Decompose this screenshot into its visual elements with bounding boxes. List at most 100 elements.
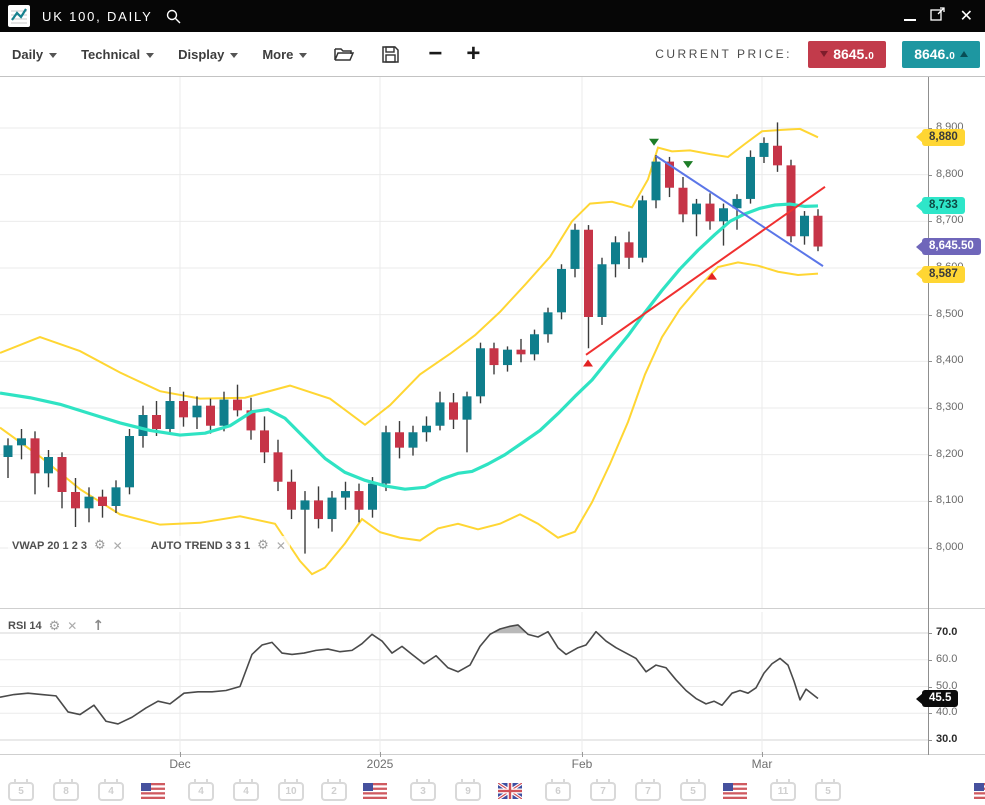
calendar-event-icon[interactable]: 4 — [233, 782, 259, 801]
title-bar: UK 100, DAILY ✕ — [0, 0, 985, 32]
price-axis-label: 8,000 — [936, 541, 964, 553]
bull-candle — [611, 242, 620, 264]
calendar-event-icon[interactable]: 7 — [590, 782, 616, 801]
axis-tick-mark — [928, 548, 932, 549]
display-menu-label: Display — [178, 47, 224, 62]
price-axis-label: 8,700 — [936, 214, 964, 226]
axis-tick-mark — [928, 501, 932, 502]
rsi-remove-icon[interactable]: ✕ — [67, 619, 77, 633]
rsi-value-tag: 45.5 — [922, 690, 958, 707]
bear-candle — [395, 432, 404, 447]
date-axis-label: 2025 — [367, 757, 394, 771]
calendar-event-icon[interactable]: 5 — [8, 782, 34, 801]
bear-candle — [490, 348, 499, 365]
bear-candle — [787, 165, 796, 236]
timeframe-menu-label: Daily — [12, 47, 43, 62]
bull-candle — [368, 484, 377, 510]
calendar-event-icon[interactable]: 10 — [278, 782, 304, 801]
vwap-remove-icon[interactable]: ✕ — [113, 539, 123, 553]
bear-candle — [773, 146, 782, 166]
calendar-event-icon[interactable]: 8 — [53, 782, 79, 801]
bear-candle — [206, 406, 215, 426]
bear-candle — [274, 452, 283, 481]
calendar-event-icon[interactable]: 9 — [455, 782, 481, 801]
us-flag-event-icon[interactable] — [723, 783, 747, 804]
calendar-event-icon[interactable]: 4 — [98, 782, 124, 801]
sell-price-button[interactable]: 8645.0 — [808, 41, 886, 68]
us-flag-event-icon[interactable] — [974, 783, 985, 804]
buy-price-button[interactable]: 8646.0 — [902, 41, 980, 68]
bear-candle — [814, 216, 823, 247]
bull-candle — [503, 350, 512, 365]
price-tag: 8,645.50 — [922, 238, 981, 255]
axis-tick-mark — [928, 408, 932, 409]
bull-candle — [328, 498, 337, 519]
axis-tick-mark — [928, 713, 932, 714]
zoom-in-button[interactable]: + — [466, 44, 480, 64]
axis-tick-mark — [928, 315, 932, 316]
bull-candle — [598, 264, 607, 317]
technical-menu[interactable]: Technical — [81, 47, 154, 62]
bull-candle — [166, 401, 175, 429]
bull-candle — [544, 312, 553, 334]
bear-candle — [355, 491, 364, 510]
calendar-event-icon[interactable]: 4 — [188, 782, 214, 801]
more-menu[interactable]: More — [262, 47, 307, 62]
bull-candle — [422, 426, 431, 433]
rsi-chart-canvas[interactable] — [0, 612, 928, 755]
price-axis-label: 8,200 — [936, 448, 964, 460]
axis-tick-mark — [928, 455, 932, 456]
calendar-event-icon[interactable]: 11 — [770, 782, 796, 801]
calendar-event-icon[interactable]: 5 — [680, 782, 706, 801]
more-menu-label: More — [262, 47, 293, 62]
vwap-settings-gear-icon[interactable]: ⚙ — [94, 538, 106, 553]
uk-flag-event-icon[interactable] — [498, 783, 522, 804]
timeframe-menu[interactable]: Daily — [12, 47, 57, 62]
bull-candle — [17, 438, 26, 445]
rsi-settings-gear-icon[interactable]: ⚙ — [49, 619, 61, 634]
bull-candle — [463, 396, 472, 419]
display-menu[interactable]: Display — [178, 47, 238, 62]
price-up-arrow-icon — [960, 51, 968, 57]
bull-candle — [301, 500, 310, 509]
sell-signal-marker — [649, 139, 659, 146]
price-axis-label: 8,800 — [936, 168, 964, 180]
price-axis-label: 8,100 — [936, 494, 964, 506]
price-tag: 8,587 — [922, 266, 965, 283]
open-folder-icon[interactable] — [333, 45, 355, 63]
us-flag-event-icon[interactable] — [363, 783, 387, 804]
date-axis-label: Feb — [572, 757, 593, 771]
bull-candle — [44, 457, 53, 473]
popout-button[interactable] — [930, 6, 946, 27]
calendar-event-icon[interactable]: 6 — [545, 782, 571, 801]
price-chart-canvas[interactable] — [0, 77, 928, 608]
calendar-event-icon[interactable]: 2 — [321, 782, 347, 801]
chart-toolbar: Daily Technical Display More − + CURRENT… — [0, 32, 985, 77]
minimize-button[interactable] — [904, 19, 916, 21]
bull-candle — [746, 157, 755, 199]
bear-candle — [58, 457, 67, 492]
search-icon[interactable] — [165, 8, 182, 25]
zoom-out-button[interactable]: − — [428, 44, 442, 64]
price-axis-line — [928, 77, 929, 755]
calendar-event-icon[interactable]: 5 — [815, 782, 841, 801]
bull-candle — [476, 348, 485, 396]
calendar-event-icon[interactable]: 7 — [635, 782, 661, 801]
date-axis-label: Dec — [169, 757, 190, 771]
rsi-move-up-icon[interactable]: ↑ — [92, 618, 104, 634]
auto-trend-settings-gear-icon[interactable]: ⚙ — [257, 538, 269, 553]
bear-candle — [71, 492, 80, 508]
app-logo-icon — [8, 5, 30, 27]
close-button[interactable]: ✕ — [960, 8, 973, 24]
calendar-event-icon[interactable]: 3 — [410, 782, 436, 801]
bear-candle — [706, 204, 715, 222]
bull-candle — [760, 143, 769, 157]
save-icon[interactable] — [381, 45, 400, 64]
bull-candle — [112, 487, 121, 506]
sell-signal-marker — [683, 161, 693, 168]
auto-trend-remove-icon[interactable]: ✕ — [276, 539, 286, 553]
buy-price-value: 8646.0 — [914, 46, 955, 62]
rsi-bottom-divider — [0, 754, 985, 755]
us-flag-event-icon[interactable] — [141, 783, 165, 804]
rsi-indicator-label: RSI 14 — [8, 620, 42, 632]
